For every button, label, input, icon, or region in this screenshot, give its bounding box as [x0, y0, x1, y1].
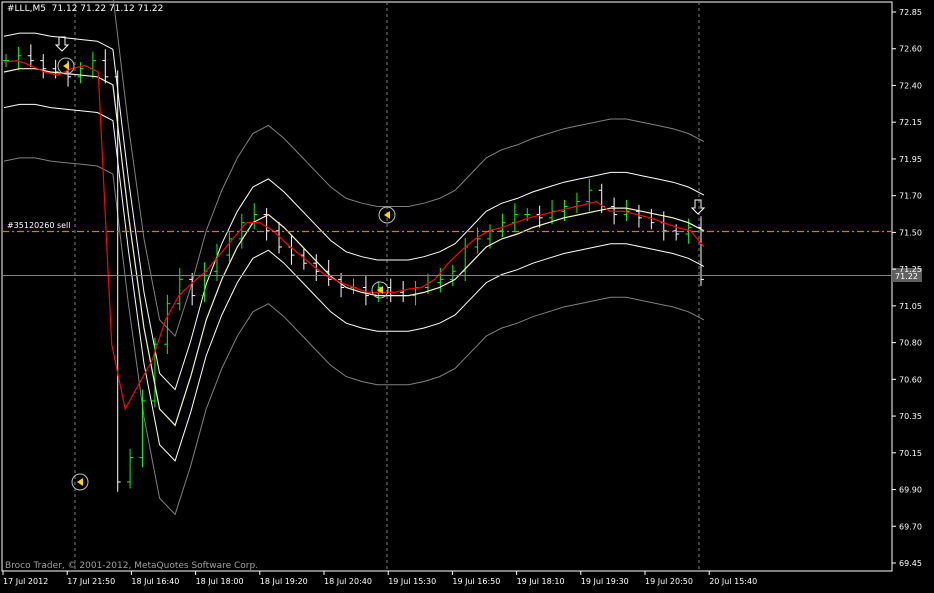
x-tick-label: 19 Jul 18:10 — [517, 577, 565, 586]
y-tick-label: 69.70 — [899, 522, 922, 531]
price-chart[interactable]: #35120260 sell 71.22 72.8572.6072.4072.1… — [0, 0, 934, 593]
y-tick-label: 72.40 — [899, 81, 922, 90]
x-tick-label: 20 Jul 15:40 — [709, 577, 757, 586]
order-label: #35120260 sell — [7, 221, 71, 230]
y-tick-label: 72.15 — [899, 118, 922, 127]
x-tick-label: 18 Jul 18:00 — [196, 577, 244, 586]
y-tick-label: 70.60 — [899, 375, 922, 384]
y-tick-label: 72.85 — [899, 8, 922, 17]
y-tick-label: 70.15 — [899, 449, 922, 458]
x-tick-label: 19 Jul 19:30 — [581, 577, 629, 586]
x-tick-label: 19 Jul 20:50 — [645, 577, 693, 586]
x-tick-label: 17 Jul 2012 — [3, 577, 48, 586]
y-tick-label: 71.70 — [899, 192, 922, 201]
y-tick-label: 70.80 — [899, 339, 922, 348]
y-tick-label: 72.60 — [899, 45, 922, 54]
y-tick-label: 70.35 — [899, 412, 922, 421]
x-tick-label: 18 Jul 16:40 — [131, 577, 179, 586]
x-tick-label: 19 Jul 15:30 — [388, 577, 436, 586]
y-tick-label: 69.45 — [899, 559, 922, 568]
ohlc-label: 71.12 71.22 71.12 71.22 — [51, 4, 164, 14]
y-tick-label: 71.50 — [899, 228, 922, 237]
y-tick-label: 69.90 — [899, 486, 922, 495]
x-tick-label: 18 Jul 20:40 — [324, 577, 372, 586]
x-tick-label: 17 Jul 21:50 — [67, 577, 115, 586]
copyright-text: Broco Trader, © 2001-2012, MetaQuotes So… — [5, 561, 259, 571]
y-tick-label: 71.05 — [899, 302, 922, 311]
y-tick-label: 71.95 — [899, 155, 922, 164]
x-tick-label: 18 Jul 19:20 — [260, 577, 308, 586]
symbol-label: #LLL,M5 — [7, 4, 46, 14]
x-tick-label: 19 Jul 16:50 — [452, 577, 500, 586]
chart-header: #LLL,M5 71.12 71.22 71.12 71.22 — [7, 4, 163, 14]
y-tick-label: 71.25 — [899, 265, 922, 274]
